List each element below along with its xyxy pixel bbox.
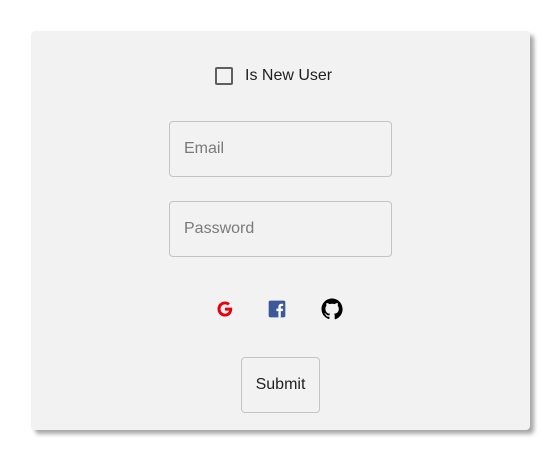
social-login-row <box>31 297 530 321</box>
password-field[interactable] <box>169 201 392 257</box>
is-new-user-checkbox-row[interactable]: Is New User <box>215 67 332 85</box>
email-field[interactable] <box>169 121 392 177</box>
is-new-user-label[interactable]: Is New User <box>245 67 332 85</box>
submit-button[interactable]: Submit <box>241 357 320 413</box>
github-icon[interactable] <box>320 297 344 321</box>
facebook-icon[interactable] <box>265 297 289 321</box>
login-form-card: Is New User Submit <box>31 31 530 430</box>
google-icon[interactable] <box>213 297 237 321</box>
is-new-user-checkbox[interactable] <box>215 67 233 85</box>
